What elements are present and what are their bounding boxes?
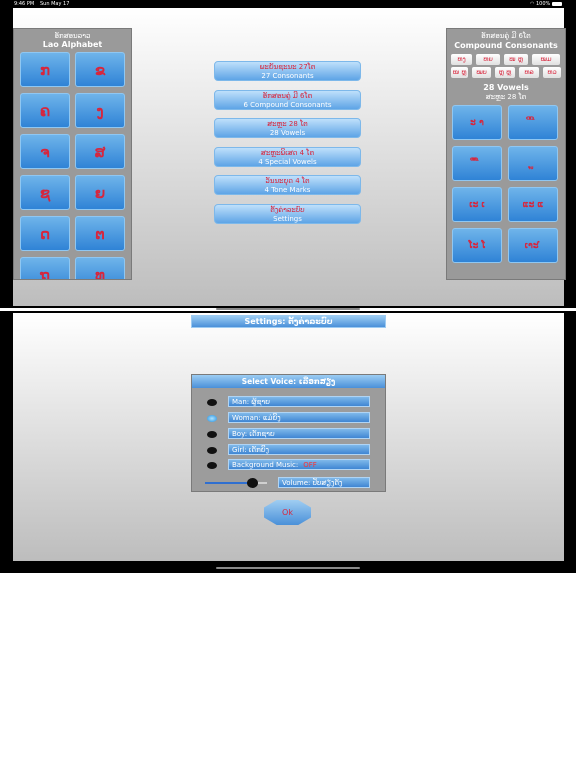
- vowel-tile[interactable]: ເາະ ໍ: [508, 228, 558, 263]
- menu-button[interactable]: ວັນນະຍຸດ 4 ໂຕ 4 Tone Marks: [214, 175, 361, 196]
- letter-tile[interactable]: ສ: [75, 134, 125, 169]
- letter-tile[interactable]: ຄ: [20, 93, 70, 128]
- voice-option[interactable]: Man: ຜູ້ຊາຍ: [228, 396, 370, 407]
- music-state: OFF: [303, 461, 317, 469]
- voice-radio[interactable]: [207, 399, 217, 406]
- ok-button[interactable]: Ok: [264, 500, 311, 525]
- vowel-tile[interactable]: ຶ ື: [452, 146, 502, 181]
- menu-button[interactable]: ອັກສອນຄູ່ ມີ 6ໂຕ 6 Compound Consonants: [214, 89, 361, 110]
- voice-title: Select Voice:: [241, 377, 297, 386]
- vowels-title: 28 Vowels: [483, 83, 529, 92]
- vowel-tile[interactable]: ແະ ແ: [508, 187, 558, 222]
- volume-label: Volume:: [282, 479, 311, 487]
- volume-label-box: Volume: ປັບສຽງດັງ: [278, 477, 370, 488]
- voice-settings-box: Select Voice: ເລືອກສຽງ Man: ຜູ້ຊາຍ Woman:…: [191, 374, 386, 492]
- vowels-title-lao: ສະຫຼະ 28 ໂຕ: [485, 93, 527, 101]
- compound-chip[interactable]: ຫວ: [543, 67, 561, 78]
- status-bar: 9:46 PM Sun May 17 ◠ 100%: [0, 0, 576, 8]
- status-time: 9:46 PM: [14, 1, 35, 7]
- menu-button-lao: ສະຫຼະ 28 ໂຕ: [267, 120, 308, 129]
- menu-button-label: 27 Consonants: [261, 72, 314, 80]
- volume-knob[interactable]: [246, 478, 258, 488]
- vowel-tile[interactable]: ຸ ູ: [508, 146, 558, 181]
- settings-title-lao: ຕັ້ງຄ່າລະບົບ: [288, 317, 333, 326]
- volume-fill: [205, 482, 252, 484]
- settings-title: Settings:: [244, 317, 286, 326]
- menu-button-label: 28 Vowels: [269, 129, 306, 138]
- lao-alphabet-panel[interactable]: ອັກສອນລາວ Lao Alphabet ກຂຄງຈສຊຍດຕຖທ: [13, 28, 132, 280]
- letter-tile[interactable]: ທ: [75, 257, 125, 279]
- compound-title: Compound Consonants: [454, 41, 558, 50]
- voice-option-lao: ແມ່ຍິງ: [262, 414, 281, 422]
- voice-option[interactable]: Girl: ເດັກຍິງ: [228, 444, 370, 455]
- compound-chip[interactable]: ໝບ: [472, 67, 491, 78]
- voice-title-lao: ເລືອກສຽງ: [298, 377, 336, 386]
- voice-option-label: Woman:: [232, 414, 261, 422]
- voice-radio[interactable]: [207, 415, 217, 422]
- letter-tile[interactable]: ດ: [20, 216, 70, 251]
- compound-title-lao: ອັກສອນຄູ່ ມີ 6ໂຕ: [481, 32, 531, 40]
- vowel-tile[interactable]: ິ ີ: [508, 105, 558, 140]
- letter-tile[interactable]: ຍ: [75, 175, 125, 210]
- volume-slider[interactable]: [205, 478, 267, 488]
- voice-radio[interactable]: [207, 447, 217, 454]
- menu-button[interactable]: ສະຫຼະພິເສດ 4 ໂຕ 4 Special Vowels: [214, 146, 361, 167]
- voice-header: Select Voice: ເລືອກສຽງ: [192, 375, 385, 388]
- compound-chip[interactable]: ຫຼ ຫຼ: [495, 67, 515, 78]
- battery-icon: [552, 2, 562, 6]
- voice-option-lao: ເດັກຍິງ: [248, 446, 269, 454]
- compound-chip[interactable]: ຫຍ: [476, 54, 500, 65]
- volume-label-lao: ປັບສຽງດັງ: [312, 479, 343, 487]
- voice-option[interactable]: Boy: ເດັກຊາຍ: [228, 428, 370, 439]
- compound-chip[interactable]: ໜ ຫຼ: [451, 67, 468, 78]
- letter-tile[interactable]: ຖ: [20, 257, 70, 279]
- music-toggle[interactable]: Background Music: OFF: [228, 459, 370, 470]
- voice-option[interactable]: Woman: ແມ່ຍິງ: [228, 412, 370, 423]
- voice-option-label: Man:: [232, 398, 250, 406]
- letter-tile[interactable]: ຂ: [75, 52, 125, 87]
- menu-button[interactable]: ພະຍັນຊະນະ 27ໂຕ 27 Consonants: [214, 61, 361, 81]
- menu-button-lao: ອັກສອນຄູ່ ມີ 6ໂຕ: [262, 91, 313, 100]
- menu-button-lao: ຕັ້ງຄ່າລະບົບ: [270, 206, 305, 214]
- compound-chip[interactable]: ໝມ: [532, 54, 560, 65]
- music-radio[interactable]: [207, 462, 217, 469]
- voice-radio[interactable]: [207, 431, 217, 438]
- menu-button[interactable]: ສະຫຼະ 28 ໂຕ 28 Vowels: [214, 118, 361, 139]
- menu-button-lao: ພະຍັນຊະນະ 27ໂຕ: [259, 63, 316, 71]
- menu-button-lao: ສະຫຼະພິເສດ 4 ໂຕ: [260, 148, 315, 157]
- letter-tile[interactable]: ຊ: [20, 175, 70, 210]
- compound-chip[interactable]: ໜ ຫຼ: [504, 54, 528, 65]
- voice-option-label: Girl:: [232, 446, 247, 454]
- vowel-tile[interactable]: ະ າ: [452, 105, 502, 140]
- letter-tile[interactable]: ກ: [20, 52, 70, 87]
- menu-button-lao: ວັນນະຍຸດ 4 ໂຕ: [265, 177, 310, 186]
- letter-tile[interactable]: ຕ: [75, 216, 125, 251]
- menu-button-label: Settings: [273, 215, 302, 223]
- status-battery: 100%: [536, 1, 551, 7]
- voice-option-label: Boy:: [232, 430, 248, 438]
- home-indicator-bottom: [216, 567, 360, 569]
- menu-button[interactable]: ຕັ້ງຄ່າລະບົບ Settings: [214, 204, 361, 224]
- vowel-tile[interactable]: ໂະ ໂ: [452, 228, 502, 263]
- home-indicator: [216, 308, 360, 310]
- music-label: Background Music:: [232, 461, 299, 469]
- menu-button-label: 4 Tone Marks: [264, 186, 311, 195]
- compound-chip[interactable]: ຫລ: [519, 67, 539, 78]
- letter-tile[interactable]: ງ: [75, 93, 125, 128]
- panel-title-lao: ອັກສອນລາວ: [54, 32, 91, 40]
- voice-option-lao: ຜູ້ຊາຍ: [251, 398, 270, 406]
- vowel-tile[interactable]: ເະ ເ: [452, 187, 502, 222]
- compound-vowels-panel[interactable]: ອັກສອນຄູ່ ມີ 6ໂຕ Compound Consonants ຫງຫ…: [446, 28, 566, 280]
- wifi-icon: ◠: [530, 1, 535, 7]
- voice-option-lao: ເດັກຊາຍ: [249, 430, 275, 438]
- settings-title-bar: Settings: ຕັ້ງຄ່າລະບົບ: [191, 315, 386, 328]
- menu-button-label: 6 Compound Consonants: [243, 100, 332, 109]
- letter-tile[interactable]: ຈ: [20, 134, 70, 169]
- panel-title: Lao Alphabet: [42, 40, 103, 49]
- status-date: Sun May 17: [40, 1, 70, 7]
- menu-button-label: 4 Special Vowels: [258, 157, 317, 166]
- compound-chip[interactable]: ຫງ: [451, 54, 472, 65]
